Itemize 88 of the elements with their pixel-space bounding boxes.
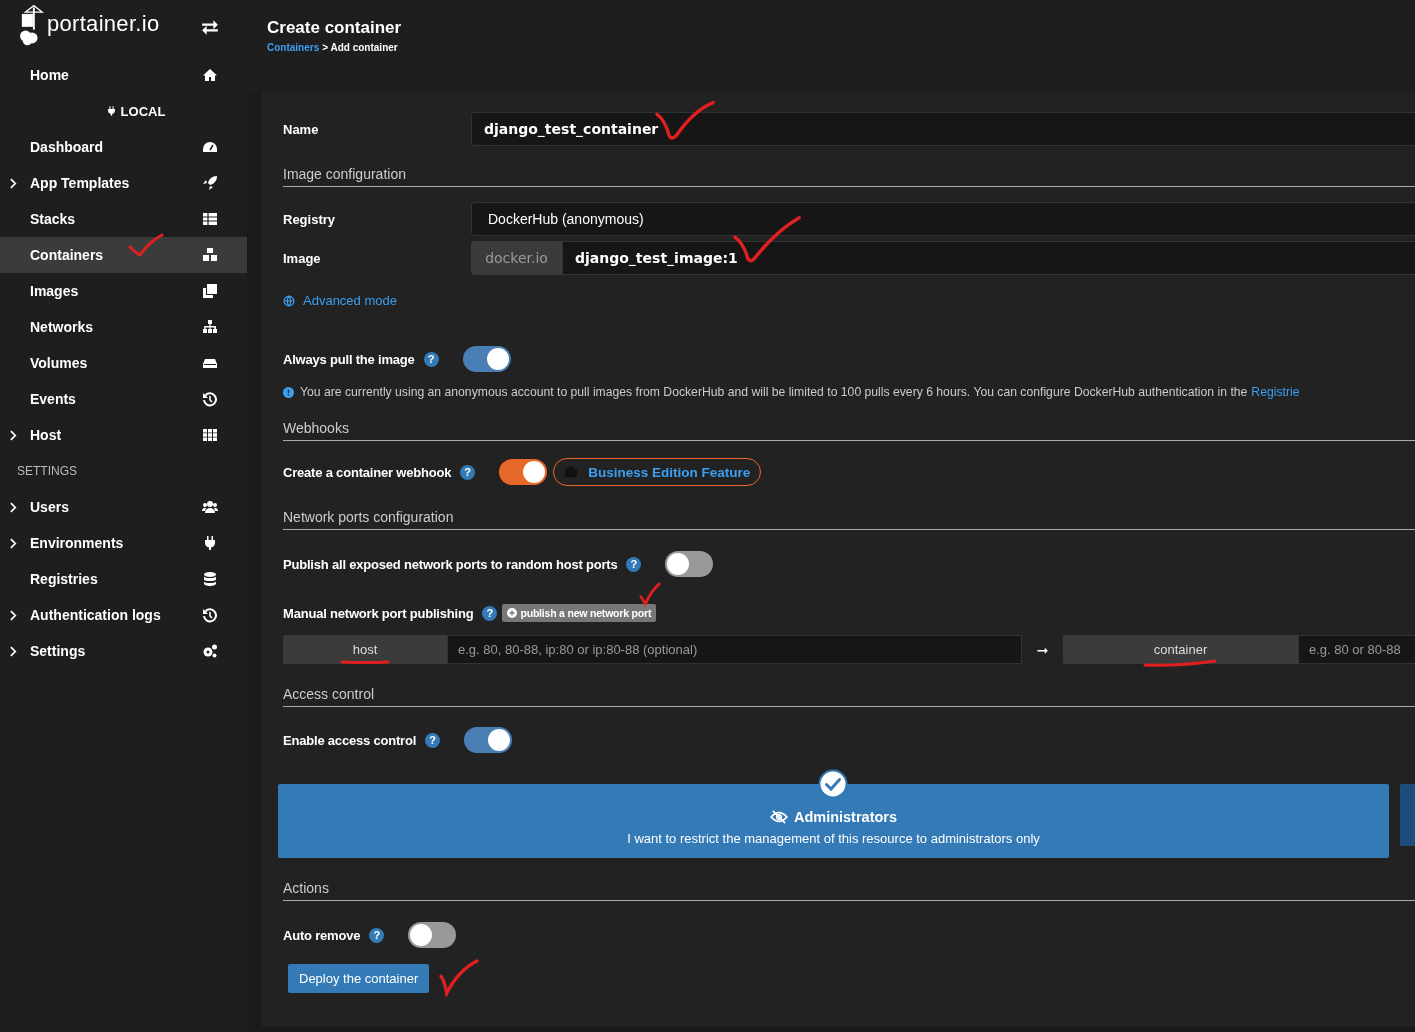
sidebar-item[interactable]: Events: [0, 381, 247, 417]
field-label: Image: [283, 250, 322, 266]
sidebar-item[interactable]: Images: [0, 273, 247, 309]
history-icon: [202, 607, 218, 623]
administrators-option[interactable]: Administrators I want to restrict the management of this resource to administrators only: [278, 784, 1389, 858]
option-description: I want to restrict the management of this resource to administrators only: [627, 831, 1040, 846]
section-heading: Network ports configuration: [283, 509, 1415, 530]
toggle-label: Always pull the image: [283, 351, 415, 367]
plus-circle-icon: [507, 608, 518, 618]
always-pull-toggle[interactable]: [462, 346, 511, 372]
plug-icon: [202, 535, 218, 551]
logo-icon: [20, 4, 44, 46]
field-label: Name: [283, 121, 320, 137]
section-heading: Actions: [283, 880, 1415, 901]
help-icon[interactable]: ?: [425, 732, 441, 748]
eye-slash-icon: [769, 810, 788, 824]
container-label: container: [1153, 642, 1208, 657]
host-port-input[interactable]: e.g. 80, 80-88, ip:80 or ip:80-88 (optional): [447, 635, 1022, 664]
sidebar-item[interactable]: Home: [0, 57, 247, 93]
toggle-label: Create a container webhook: [283, 464, 452, 480]
sitemap-icon: [202, 319, 218, 335]
page-title: Create container: [267, 18, 403, 38]
section-heading: Image configuration: [283, 166, 1415, 187]
environment-name: LOCAL: [120, 103, 166, 119]
database-icon: [202, 571, 218, 587]
toggle-label: Enable access control: [283, 732, 417, 748]
container-port-input[interactable]: e.g. 80 or 80-88: [1298, 635, 1415, 664]
home-icon: [202, 67, 218, 83]
gauge-icon: [202, 139, 218, 155]
toggle-label: Auto remove: [283, 927, 361, 943]
breadcrumb-link[interactable]: Containers: [267, 42, 320, 53]
sidebar-item[interactable]: Authentication logs: [0, 597, 247, 633]
option-title: Administrators: [793, 809, 898, 825]
deploy-button[interactable]: Deploy the container: [288, 963, 430, 993]
publish-port-button[interactable]: publish a new network port: [502, 604, 657, 622]
help-icon[interactable]: ?: [626, 556, 642, 572]
help-icon[interactable]: ?: [460, 464, 476, 480]
hand-drawn-underline: [340, 659, 390, 665]
breadcrumb-current: > Add container: [322, 42, 398, 53]
webhook-toggle[interactable]: [499, 459, 548, 485]
host-label: host: [352, 642, 378, 657]
hand-drawn-check-mark: [439, 959, 482, 997]
sidebar-item[interactable]: Host: [0, 417, 247, 453]
field-label: Manual network port publishing: [283, 605, 474, 621]
sidebar-item[interactable]: Stacks: [0, 201, 247, 237]
advanced-mode-link[interactable]: Advanced mode: [283, 293, 1415, 308]
toggle-label: Publish all exposed network ports to random host ports: [283, 556, 618, 572]
sidebar-item[interactable]: Registries: [0, 561, 247, 597]
image-input[interactable]: django_test_image:1: [562, 241, 1415, 275]
history-icon: [202, 391, 218, 407]
sidebar-item[interactable]: Dashboard: [0, 129, 247, 165]
field-label: Registry: [283, 211, 337, 227]
hand-drawn-check-mark: [638, 582, 663, 606]
clone-icon: [202, 283, 218, 299]
help-icon[interactable]: ?: [482, 605, 498, 621]
sidebar-item[interactable]: Volumes: [0, 345, 247, 381]
globe-icon: [283, 294, 295, 307]
help-icon[interactable]: ?: [369, 927, 385, 943]
sidebar-item[interactable]: Environments: [0, 525, 247, 561]
help-icon[interactable]: ?: [423, 351, 439, 367]
grid-icon: [202, 427, 218, 443]
publish-all-toggle[interactable]: [665, 551, 714, 577]
plug-icon: [105, 105, 117, 117]
registries-link[interactable]: Registrie: [1251, 385, 1300, 399]
registry-prefix: docker.io: [471, 241, 562, 275]
sidebar-item[interactable]: App Templates: [0, 165, 247, 201]
logo-text: portainer.io: [47, 11, 160, 37]
section-heading: Webhooks: [283, 420, 1415, 441]
users-icon: [202, 499, 218, 515]
table-icon: [202, 211, 218, 227]
cogs-icon: [202, 643, 218, 659]
rocket-icon: [202, 175, 218, 191]
badge-text: Business Edition Feature: [588, 464, 751, 480]
info-icon: [283, 386, 294, 398]
registry-select[interactable]: DockerHub (anonymous): [471, 202, 1415, 236]
arrow-icon: ➞: [1022, 641, 1063, 658]
sidebar-item[interactable]: Settings: [0, 633, 247, 669]
name-input[interactable]: django_test_container: [471, 112, 1415, 146]
cubes-icon: [202, 247, 218, 263]
sidebar-item[interactable]: Users: [0, 489, 247, 525]
access-control-toggle[interactable]: [464, 727, 513, 753]
section-heading: Access control: [283, 686, 1415, 707]
sidebar-heading: SETTINGS: [16, 463, 78, 480]
auto-remove-toggle[interactable]: [408, 922, 457, 948]
notice-text: You are currently using an anonymous account to pull images from DockerHub and will be limited to 100 pulls every 6 hours. You can configure DockerHub authentication in the: [300, 385, 1248, 399]
sidebar-item[interactable]: Networks: [0, 309, 247, 345]
swap-arrows-icon[interactable]: [201, 19, 219, 37]
hand-drawn-check-mark: [128, 233, 164, 257]
